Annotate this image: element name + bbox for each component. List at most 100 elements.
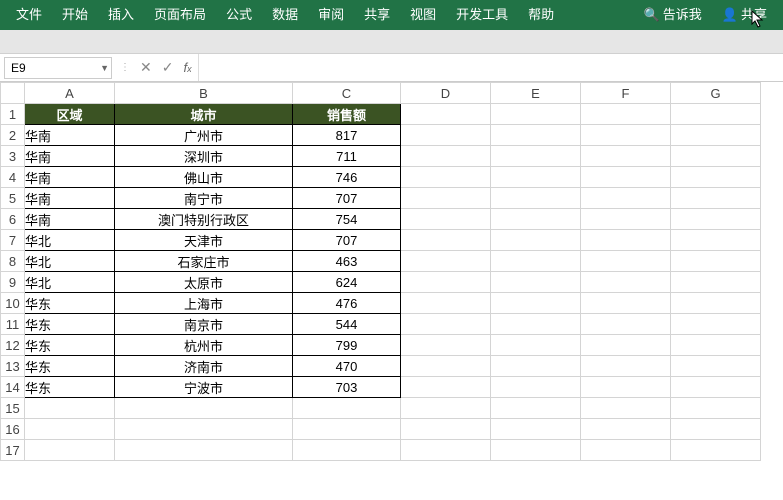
cell-C6[interactable]: 754 xyxy=(293,209,401,230)
grid-area[interactable]: ABCDEFG1区域城市销售额2华南广州市8173华南深圳市7114华南佛山市7… xyxy=(0,82,783,500)
row-header-12[interactable]: 12 xyxy=(1,335,25,356)
cell-B15[interactable] xyxy=(115,398,293,419)
row-header-4[interactable]: 4 xyxy=(1,167,25,188)
row-header-13[interactable]: 13 xyxy=(1,356,25,377)
cell-D3[interactable] xyxy=(401,146,491,167)
cell-C12[interactable]: 799 xyxy=(293,335,401,356)
cell-C5[interactable]: 707 xyxy=(293,188,401,209)
cell-B1[interactable]: 城市 xyxy=(115,104,293,125)
cell-G5[interactable] xyxy=(671,188,761,209)
cell-B8[interactable]: 石家庄市 xyxy=(115,251,293,272)
cell-F3[interactable] xyxy=(581,146,671,167)
cell-A12[interactable]: 华东 xyxy=(25,335,115,356)
cell-E7[interactable] xyxy=(491,230,581,251)
cell-A9[interactable]: 华北 xyxy=(25,272,115,293)
cell-F2[interactable] xyxy=(581,125,671,146)
cell-C16[interactable] xyxy=(293,419,401,440)
cell-G6[interactable] xyxy=(671,209,761,230)
cell-B10[interactable]: 上海市 xyxy=(115,293,293,314)
row-header-3[interactable]: 3 xyxy=(1,146,25,167)
col-header-D[interactable]: D xyxy=(401,83,491,104)
cell-D15[interactable] xyxy=(401,398,491,419)
cell-E12[interactable] xyxy=(491,335,581,356)
cell-A3[interactable]: 华南 xyxy=(25,146,115,167)
cell-D14[interactable] xyxy=(401,377,491,398)
cell-A10[interactable]: 华东 xyxy=(25,293,115,314)
cell-G17[interactable] xyxy=(671,440,761,461)
cell-E14[interactable] xyxy=(491,377,581,398)
accept-icon[interactable]: ✓ xyxy=(162,59,174,76)
cell-C1[interactable]: 销售额 xyxy=(293,104,401,125)
cell-G2[interactable] xyxy=(671,125,761,146)
cell-D13[interactable] xyxy=(401,356,491,377)
cell-C7[interactable]: 707 xyxy=(293,230,401,251)
ribbon-tab-3[interactable]: 页面布局 xyxy=(144,0,216,30)
ribbon-tab-0[interactable]: 文件 xyxy=(6,0,52,30)
cell-C2[interactable]: 817 xyxy=(293,125,401,146)
cell-D1[interactable] xyxy=(401,104,491,125)
cell-E13[interactable] xyxy=(491,356,581,377)
cell-E8[interactable] xyxy=(491,251,581,272)
cell-F15[interactable] xyxy=(581,398,671,419)
formula-input[interactable] xyxy=(199,57,783,79)
cell-A17[interactable] xyxy=(25,440,115,461)
cell-C8[interactable]: 463 xyxy=(293,251,401,272)
cell-F1[interactable] xyxy=(581,104,671,125)
cell-E2[interactable] xyxy=(491,125,581,146)
cell-E11[interactable] xyxy=(491,314,581,335)
col-header-C[interactable]: C xyxy=(293,83,401,104)
cell-B9[interactable]: 太原市 xyxy=(115,272,293,293)
cell-D12[interactable] xyxy=(401,335,491,356)
cell-E3[interactable] xyxy=(491,146,581,167)
row-header-16[interactable]: 16 xyxy=(1,419,25,440)
row-header-1[interactable]: 1 xyxy=(1,104,25,125)
col-header-A[interactable]: A xyxy=(25,83,115,104)
cell-G15[interactable] xyxy=(671,398,761,419)
cell-D9[interactable] xyxy=(401,272,491,293)
cell-F11[interactable] xyxy=(581,314,671,335)
row-header-7[interactable]: 7 xyxy=(1,230,25,251)
cell-F16[interactable] xyxy=(581,419,671,440)
cell-A4[interactable]: 华南 xyxy=(25,167,115,188)
col-header-B[interactable]: B xyxy=(115,83,293,104)
cell-D11[interactable] xyxy=(401,314,491,335)
cell-G13[interactable] xyxy=(671,356,761,377)
cell-A2[interactable]: 华南 xyxy=(25,125,115,146)
cell-E5[interactable] xyxy=(491,188,581,209)
cell-E6[interactable] xyxy=(491,209,581,230)
row-header-8[interactable]: 8 xyxy=(1,251,25,272)
row-header-17[interactable]: 17 xyxy=(1,440,25,461)
cell-C10[interactable]: 476 xyxy=(293,293,401,314)
row-header-9[interactable]: 9 xyxy=(1,272,25,293)
cell-D4[interactable] xyxy=(401,167,491,188)
tell-me[interactable]: 🔍告诉我 xyxy=(634,0,712,30)
cell-F17[interactable] xyxy=(581,440,671,461)
row-header-2[interactable]: 2 xyxy=(1,125,25,146)
cell-A1[interactable]: 区域 xyxy=(25,104,115,125)
cell-F10[interactable] xyxy=(581,293,671,314)
cell-B17[interactable] xyxy=(115,440,293,461)
cell-F4[interactable] xyxy=(581,167,671,188)
cell-B7[interactable]: 天津市 xyxy=(115,230,293,251)
fx-icon[interactable]: fx xyxy=(183,60,191,75)
row-header-6[interactable]: 6 xyxy=(1,209,25,230)
cell-E10[interactable] xyxy=(491,293,581,314)
cell-F14[interactable] xyxy=(581,377,671,398)
cell-A7[interactable]: 华北 xyxy=(25,230,115,251)
name-box[interactable]: E9 ▼ xyxy=(4,57,112,79)
cell-G10[interactable] xyxy=(671,293,761,314)
ribbon-tab-7[interactable]: 共享 xyxy=(354,0,400,30)
expand-icon[interactable]: ⋮ xyxy=(120,62,130,73)
cell-C14[interactable]: 703 xyxy=(293,377,401,398)
cell-C11[interactable]: 544 xyxy=(293,314,401,335)
ribbon-tab-4[interactable]: 公式 xyxy=(216,0,262,30)
row-header-10[interactable]: 10 xyxy=(1,293,25,314)
cell-G4[interactable] xyxy=(671,167,761,188)
cell-F5[interactable] xyxy=(581,188,671,209)
cell-E16[interactable] xyxy=(491,419,581,440)
cell-A6[interactable]: 华南 xyxy=(25,209,115,230)
ribbon-tab-10[interactable]: 帮助 xyxy=(518,0,564,30)
cell-E1[interactable] xyxy=(491,104,581,125)
row-header-15[interactable]: 15 xyxy=(1,398,25,419)
cell-A16[interactable] xyxy=(25,419,115,440)
